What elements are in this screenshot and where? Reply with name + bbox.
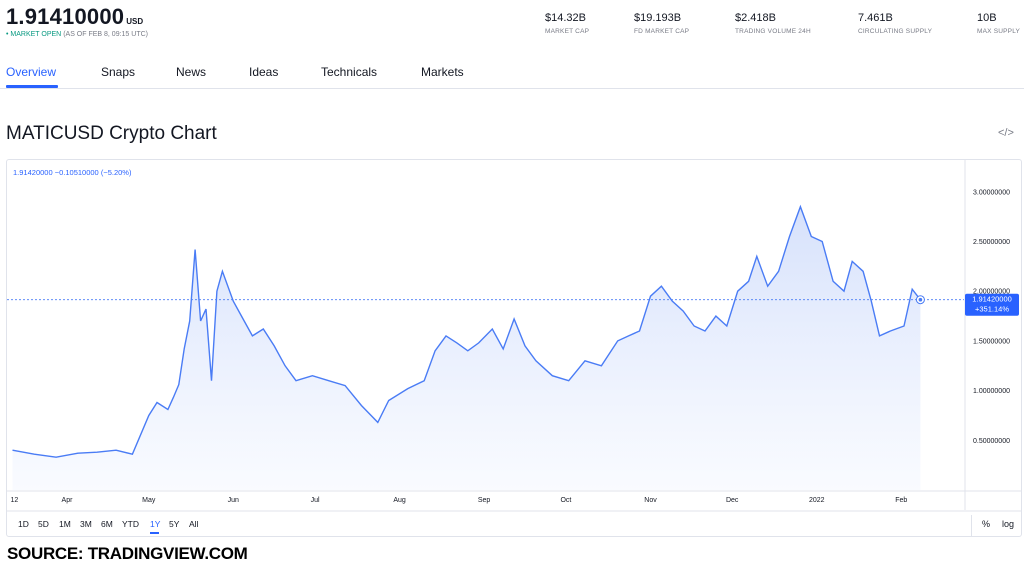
chart-legend: 1.91420000 −0.10510000 (−5.20%) bbox=[13, 168, 131, 177]
range-5d[interactable]: 5D bbox=[38, 519, 49, 529]
time-axis-tick: Jul bbox=[311, 497, 320, 504]
price-axis-tick: 1.50000000 bbox=[973, 338, 1010, 345]
legend-change-percent: (−5.20%) bbox=[100, 168, 132, 177]
percent-scale-toggle[interactable]: % bbox=[982, 519, 990, 529]
range-1y[interactable]: 1Y bbox=[150, 519, 160, 529]
time-axis: 12 Apr May Jun Jul Aug Sep Oct Nov Dec 2022 Feb bbox=[10, 497, 907, 504]
legend-price: 1.91420000 bbox=[13, 168, 53, 177]
range-1d[interactable]: 1D bbox=[18, 519, 29, 529]
time-axis-tick: Nov bbox=[644, 497, 657, 504]
price-axis-tick: 0.50000000 bbox=[973, 438, 1010, 445]
price-axis-tick: 2.50000000 bbox=[973, 239, 1010, 246]
last-price-value: 1.91420000 bbox=[972, 295, 1012, 304]
time-axis-tick: May bbox=[142, 497, 156, 504]
last-price-label: 1.91420000 +351.14% bbox=[965, 293, 1019, 316]
range-ytd[interactable]: YTD bbox=[122, 519, 139, 529]
price-chart[interactable]: 0.500000001.000000001.500000002.00000000… bbox=[0, 0, 1024, 566]
range-3m[interactable]: 3M bbox=[80, 519, 92, 529]
range-selector: 1D 5D 1M 3M 6M YTD 1Y 5Y All % log bbox=[6, 511, 1022, 537]
price-area-fill bbox=[12, 206, 921, 490]
time-axis-tick: 12 bbox=[10, 497, 18, 504]
legend-change: −0.10510000 bbox=[54, 168, 99, 177]
time-axis-tick: Apr bbox=[62, 497, 74, 504]
source-credit: SOURCE: TRADINGVIEW.COM bbox=[7, 544, 248, 563]
time-axis-tick: Aug bbox=[393, 497, 406, 504]
range-all[interactable]: All bbox=[189, 519, 198, 529]
last-price-change: +351.14% bbox=[975, 305, 1009, 314]
time-axis-tick: Feb bbox=[895, 497, 907, 504]
time-axis-tick: 2022 bbox=[809, 497, 825, 504]
price-axis-tick: 1.00000000 bbox=[973, 388, 1010, 395]
log-scale-toggle[interactable]: log bbox=[1002, 519, 1014, 529]
price-axis-tick: 3.00000000 bbox=[973, 189, 1010, 196]
time-axis-tick: Sep bbox=[478, 497, 491, 504]
range-6m[interactable]: 6M bbox=[101, 519, 113, 529]
last-price-marker-core bbox=[918, 297, 923, 302]
price-axis: 0.500000001.000000001.500000002.00000000… bbox=[973, 189, 1010, 444]
range-1m[interactable]: 1M bbox=[59, 519, 71, 529]
time-axis-tick: Dec bbox=[726, 497, 739, 504]
time-axis-tick: Jun bbox=[228, 497, 239, 504]
active-range-indicator bbox=[150, 532, 159, 534]
time-axis-tick: Oct bbox=[560, 497, 571, 504]
range-5y[interactable]: 5Y bbox=[169, 519, 179, 529]
range-options-divider bbox=[971, 515, 972, 537]
